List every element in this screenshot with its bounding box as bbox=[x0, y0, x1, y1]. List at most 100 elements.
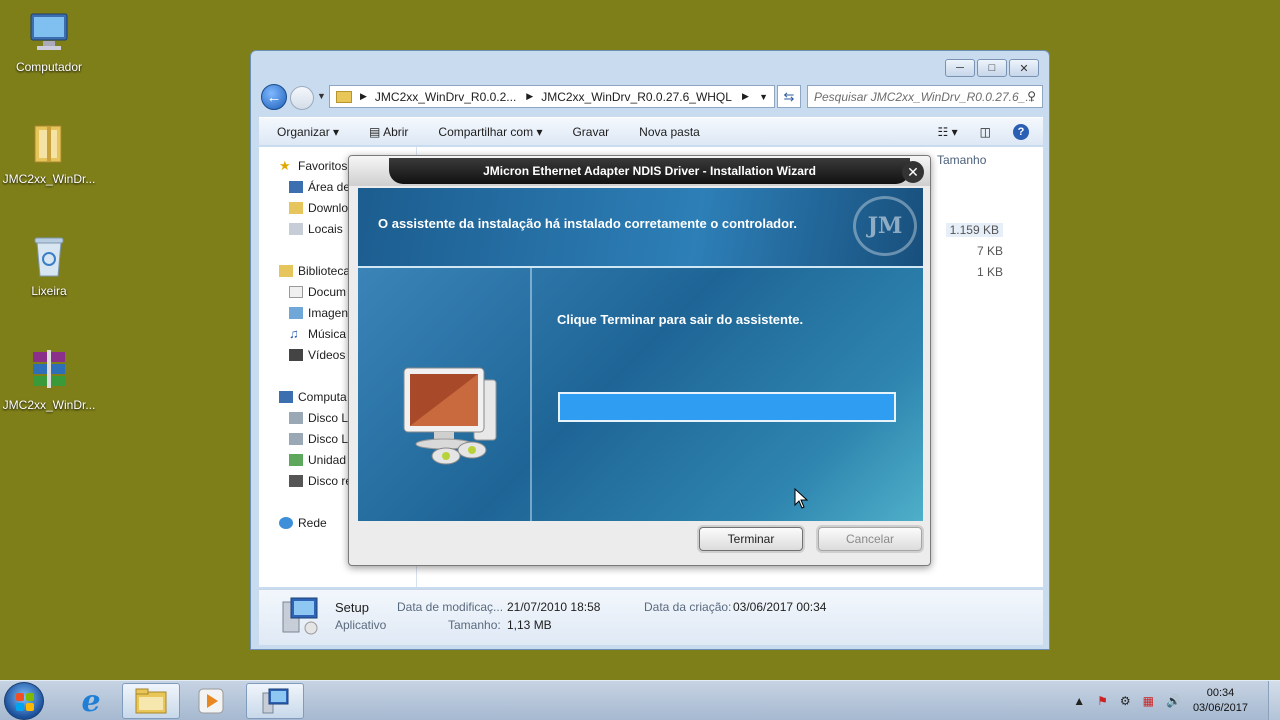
show-hidden-icons-icon[interactable]: ▲ bbox=[1073, 694, 1085, 708]
dialog-header: O assistente da instalação há instalado … bbox=[358, 188, 923, 266]
command-bar: Organizar ▾ ▤ Abrir Compartilhar com ▾ G… bbox=[259, 117, 1043, 145]
folder-icon bbox=[135, 688, 167, 714]
music-icon: ♫ bbox=[289, 326, 299, 341]
progress-fill bbox=[560, 394, 894, 420]
desktop-icon-recycle-bin[interactable]: Lixeira bbox=[1, 234, 97, 298]
burn-button[interactable]: Gravar bbox=[572, 125, 609, 139]
desktop-icon-archive[interactable]: JMC2xx_WinDr... bbox=[1, 348, 97, 412]
close-icon: ✕ bbox=[907, 164, 919, 180]
finish-button[interactable]: Terminar bbox=[699, 527, 803, 551]
network-status-icon[interactable]: ▦ bbox=[1143, 694, 1154, 708]
forward-button[interactable] bbox=[290, 86, 314, 110]
network-icon bbox=[279, 517, 293, 529]
address-row: ← ▼ ▶ JMC2xx_WinDrv_R0.0.2... ▶ JMC2xx_W… bbox=[259, 83, 1043, 111]
file-size: 1 KB bbox=[976, 265, 1003, 279]
removable-disk-icon bbox=[289, 475, 303, 487]
system-tray: ▲ ⚑ ⚙ ▦ 🔊 00:34 03/06/2017 bbox=[1073, 681, 1280, 720]
maximize-button[interactable]: □ bbox=[977, 59, 1007, 77]
back-button[interactable]: ← bbox=[261, 84, 287, 110]
taskbar-file-explorer[interactable] bbox=[122, 683, 180, 719]
show-desktop-button[interactable] bbox=[1268, 681, 1280, 720]
clock-date: 03/06/2017 bbox=[1192, 702, 1248, 714]
nav-item-images[interactable]: Imagen bbox=[289, 306, 348, 320]
created-value: 03/06/2017 00:34 bbox=[733, 600, 827, 614]
nav-item-recent[interactable]: Locais bbox=[289, 222, 343, 236]
start-button[interactable] bbox=[4, 682, 44, 720]
nav-item-network[interactable]: Rede bbox=[279, 516, 327, 530]
computer-icon bbox=[279, 391, 293, 403]
breadcrumb-item[interactable]: JMC2xx_WinDrv_R0.0.27.6_WHQL bbox=[541, 90, 732, 104]
window-controls: ─ □ ✕ bbox=[945, 59, 1039, 77]
images-icon bbox=[289, 307, 303, 319]
history-dropdown[interactable]: ▼ bbox=[317, 91, 326, 101]
search-input[interactable]: Pesquisar JMC2xx_WinDrv_R0.0.27.6_... ⚲ bbox=[807, 85, 1043, 108]
disk-icon bbox=[289, 412, 303, 424]
file-size: 1.159 KB bbox=[945, 223, 1003, 237]
file-name: Setup bbox=[335, 600, 369, 615]
desktop-icon-computer[interactable]: Computador bbox=[1, 10, 97, 74]
nav-item-documents[interactable]: Docum bbox=[289, 285, 346, 299]
view-options-icon[interactable]: ☷ ▾ bbox=[938, 125, 958, 139]
nav-item-libraries[interactable]: Biblioteca bbox=[279, 264, 350, 278]
column-header-size[interactable]: Tamanho bbox=[937, 153, 986, 167]
chevron-down-icon[interactable]: ▼ bbox=[759, 92, 768, 102]
desktop-icon-label: Lixeira bbox=[31, 284, 67, 298]
device-icon[interactable]: ⚙ bbox=[1120, 694, 1131, 708]
arrow-left-icon: ← bbox=[266, 88, 282, 106]
chevron-right-icon: ▶ bbox=[526, 91, 534, 101]
downloads-icon bbox=[289, 202, 303, 214]
nav-item-disk-2[interactable]: Disco L bbox=[289, 432, 348, 446]
share-button[interactable]: Compartilhar com ▾ bbox=[438, 125, 542, 139]
preview-pane-icon[interactable]: ◫ bbox=[980, 125, 991, 139]
taskbar-setup-wizard[interactable] bbox=[246, 683, 304, 719]
taskbar-media-player[interactable] bbox=[182, 683, 240, 719]
computer-icon bbox=[27, 10, 71, 54]
setup-icon bbox=[262, 688, 289, 714]
organize-button[interactable]: Organizar ▾ bbox=[277, 125, 339, 139]
breadcrumb-item[interactable]: JMC2xx_WinDrv_R0.0.2... bbox=[375, 90, 516, 104]
install-progress-bar bbox=[558, 392, 896, 422]
nav-item-videos[interactable]: Vídeos bbox=[289, 348, 345, 362]
open-button[interactable]: ▤ Abrir bbox=[369, 125, 408, 139]
dialog-body: Clique Terminar para sair do assistente. bbox=[358, 266, 923, 521]
disk-icon bbox=[289, 433, 303, 445]
desktop-icon bbox=[289, 181, 303, 193]
volume-icon[interactable]: 🔊 bbox=[1166, 694, 1181, 708]
nav-item-desktop[interactable]: Área de bbox=[289, 180, 350, 194]
new-folder-button[interactable]: Nova pasta bbox=[639, 125, 700, 139]
details-pane: Setup Aplicativo Data de modificaç... 21… bbox=[259, 589, 1043, 645]
desktop-icon-label: JMC2xx_WinDr... bbox=[2, 398, 96, 412]
dialog-title: JMicron Ethernet Adapter NDIS Driver - I… bbox=[389, 158, 910, 184]
action-center-icon[interactable]: ⚑ bbox=[1097, 694, 1108, 708]
cancel-button[interactable]: Cancelar bbox=[818, 527, 922, 551]
minimize-button[interactable]: ─ bbox=[945, 59, 975, 77]
help-icon[interactable]: ? bbox=[1013, 123, 1029, 140]
desktop-icon-label: Computador bbox=[15, 60, 83, 74]
internet-explorer-icon: e bbox=[81, 683, 101, 719]
dialog-close-button[interactable]: ✕ bbox=[902, 161, 924, 183]
nav-item-disk-1[interactable]: Disco L bbox=[289, 411, 348, 425]
clock[interactable]: 00:34 03/06/2017 bbox=[1193, 686, 1248, 716]
file-size: 7 KB bbox=[976, 244, 1003, 258]
refresh-icon: ⇆ bbox=[783, 88, 795, 104]
archive-icon bbox=[27, 348, 71, 392]
jmicron-logo: JM bbox=[853, 196, 917, 256]
chevron-right-icon: ▶ bbox=[741, 91, 749, 101]
nav-item-drive[interactable]: Unidad bbox=[289, 453, 346, 467]
nav-item-favorites[interactable]: ★ Favoritos bbox=[279, 159, 347, 173]
nav-item-music[interactable]: ♫ Música bbox=[289, 327, 346, 341]
taskbar-internet-explorer[interactable]: e bbox=[62, 683, 120, 719]
refresh-button[interactable]: ⇆ bbox=[777, 85, 801, 108]
star-icon: ★ bbox=[279, 158, 291, 173]
desktop-icon-folder[interactable]: JMC2xx_WinDr... bbox=[1, 122, 97, 186]
dialog-title-bar: JMicron Ethernet Adapter NDIS Driver - I… bbox=[349, 156, 930, 186]
desktop-icon-label: JMC2xx_WinDr... bbox=[2, 172, 96, 186]
taskbar: e ▲ ⚑ ⚙ ▦ 🔊 00:34 03/06/2017 bbox=[0, 680, 1280, 720]
recent-places-icon bbox=[289, 223, 303, 235]
nav-item-disk-3[interactable]: Disco re bbox=[289, 474, 352, 488]
close-button[interactable]: ✕ bbox=[1009, 59, 1039, 77]
nav-item-downloads[interactable]: Downlo bbox=[289, 201, 348, 215]
address-bar[interactable]: ▶ JMC2xx_WinDrv_R0.0.2... ▶ JMC2xx_WinDr… bbox=[329, 85, 775, 108]
nav-item-computer[interactable]: Computa bbox=[279, 390, 347, 404]
installation-wizard-dialog: JMicron Ethernet Adapter NDIS Driver - I… bbox=[348, 155, 931, 566]
